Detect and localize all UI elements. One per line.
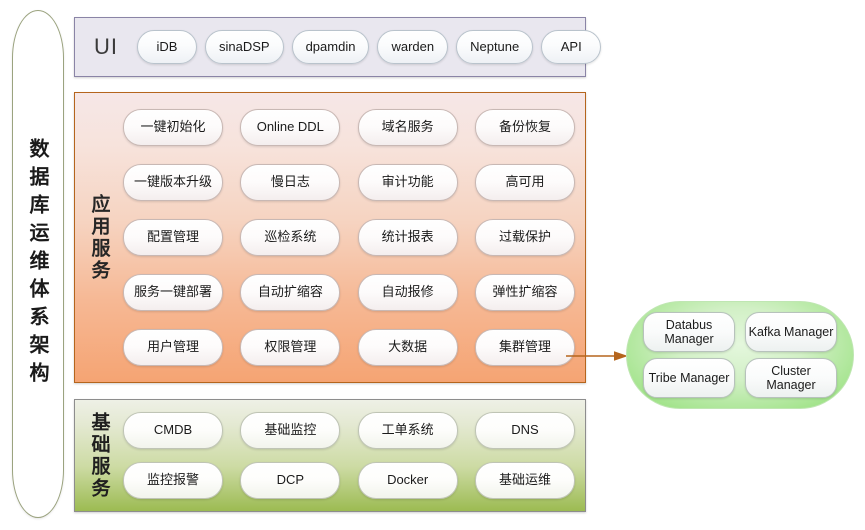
base-item-dcp[interactable]: DCP <box>240 461 341 499</box>
app-item-auto-scaling[interactable]: 自动扩缩容 <box>240 274 341 311</box>
app-item-audit[interactable]: 审计功能 <box>357 164 458 201</box>
base-services-label: 基础服务 <box>75 400 123 511</box>
ui-band-body: iDB sinaDSP dpamdin warden Neptune API <box>137 18 607 76</box>
app-item-elastic-scaling[interactable]: 弹性扩缩容 <box>474 274 575 311</box>
cluster-arrow-icon <box>566 351 628 361</box>
cluster-manager-group: Databus Manager Kafka Manager Tribe Mana… <box>626 301 854 409</box>
base-item-monitoring-alarm[interactable]: 监控报警 <box>123 461 223 499</box>
base-item-basic-monitoring[interactable]: 基础监控 <box>240 412 341 450</box>
app-item-high-availability[interactable]: 高可用 <box>474 164 575 201</box>
base-services-body: CMDB 基础监控 工单系统 DNS 监控报警 DCP Docker 基础运维 <box>123 400 585 511</box>
application-services-label-text: 应用服务 <box>88 193 111 282</box>
cluster-row-1: Databus Manager Kafka Manager <box>643 312 837 352</box>
ui-band-label-text: UI <box>94 34 118 59</box>
application-services-band: 应用服务 一键初始化 Online DDL 域名服务 备份恢复 一键版本升级 慢… <box>74 92 586 383</box>
app-item-inspection-system[interactable]: 巡检系统 <box>240 219 341 256</box>
app-item-auto-repair[interactable]: 自动报修 <box>357 274 458 311</box>
ui-item-neptune[interactable]: Neptune <box>456 30 534 64</box>
architecture-diagram: 数据库运维体系架构 UI iDB sinaDSP dpamdin warden … <box>0 0 865 530</box>
base-item-cmdb[interactable]: CMDB <box>123 412 223 450</box>
cluster-item-tribe-manager[interactable]: Tribe Manager <box>643 358 735 398</box>
vertical-title-text: 数据库运维体系架构 <box>26 138 50 390</box>
base-services-label-text: 基础服务 <box>88 411 111 500</box>
app-row-3: 配置管理 巡检系统 统计报表 过载保护 <box>123 219 575 256</box>
base-services-band: 基础服务 CMDB 基础监控 工单系统 DNS 监控报警 DCP Docker … <box>74 399 586 512</box>
base-row-2: 监控报警 DCP Docker 基础运维 <box>123 461 575 499</box>
ui-band: UI iDB sinaDSP dpamdin warden Neptune AP… <box>74 17 602 77</box>
app-item-config-management[interactable]: 配置管理 <box>123 219 223 256</box>
application-services-label: 应用服务 <box>75 93 123 382</box>
app-item-domain-service[interactable]: 域名服务 <box>357 109 458 146</box>
base-item-docker[interactable]: Docker <box>357 461 458 499</box>
app-row-5: 用户管理 权限管理 大数据 集群管理 <box>123 329 575 366</box>
app-row-1: 一键初始化 Online DDL 域名服务 备份恢复 <box>123 109 575 146</box>
app-item-one-click-init[interactable]: 一键初始化 <box>123 109 223 146</box>
ui-band-label: UI <box>75 18 137 76</box>
ui-item-api[interactable]: API <box>541 30 602 64</box>
app-item-backup-restore[interactable]: 备份恢复 <box>474 109 575 146</box>
app-item-one-click-upgrade[interactable]: 一键版本升级 <box>123 164 223 201</box>
base-item-basic-ops[interactable]: 基础运维 <box>474 461 575 499</box>
ui-item-sinadsp[interactable]: sinaDSP <box>205 30 284 64</box>
app-item-user-management[interactable]: 用户管理 <box>123 329 223 366</box>
base-row-1: CMDB 基础监控 工单系统 DNS <box>123 412 575 450</box>
ui-item-idb[interactable]: iDB <box>137 30 197 64</box>
app-row-4: 服务一键部署 自动扩缩容 自动报修 弹性扩缩容 <box>123 274 575 311</box>
app-row-2: 一键版本升级 慢日志 审计功能 高可用 <box>123 164 575 201</box>
cluster-row-2: Tribe Manager Cluster Manager <box>643 358 837 398</box>
application-services-body: 一键初始化 Online DDL 域名服务 备份恢复 一键版本升级 慢日志 审计… <box>123 93 585 382</box>
cluster-item-databus-manager[interactable]: Databus Manager <box>643 312 735 352</box>
app-item-permission-management[interactable]: 权限管理 <box>240 329 341 366</box>
ui-item-warden[interactable]: warden <box>377 30 449 64</box>
app-item-statistics-report[interactable]: 统计报表 <box>357 219 458 256</box>
app-item-overload-protection[interactable]: 过载保护 <box>474 219 575 256</box>
app-item-big-data[interactable]: 大数据 <box>357 329 458 366</box>
app-item-one-click-deploy[interactable]: 服务一键部署 <box>123 274 223 311</box>
ui-item-dpamdin[interactable]: dpamdin <box>291 30 370 64</box>
cluster-item-kafka-manager[interactable]: Kafka Manager <box>745 312 837 352</box>
ui-row: iDB sinaDSP dpamdin warden Neptune API <box>137 30 607 64</box>
base-item-dns[interactable]: DNS <box>474 412 575 450</box>
app-item-cluster-management[interactable]: 集群管理 <box>474 329 575 366</box>
app-item-online-ddl[interactable]: Online DDL <box>240 109 341 146</box>
app-item-slow-log[interactable]: 慢日志 <box>240 164 341 201</box>
vertical-title-capsule: 数据库运维体系架构 <box>12 10 64 518</box>
base-item-ticket-system[interactable]: 工单系统 <box>357 412 458 450</box>
cluster-item-cluster-manager[interactable]: Cluster Manager <box>745 358 837 398</box>
